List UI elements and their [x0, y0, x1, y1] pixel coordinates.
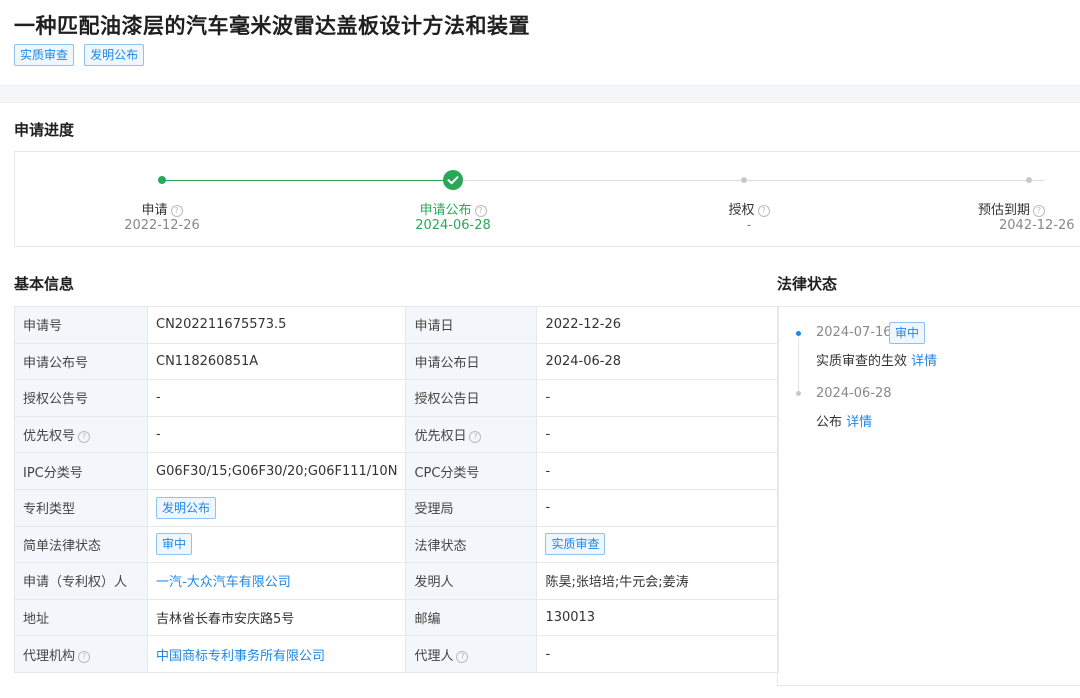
legal-status-tag: 实质审查: [545, 533, 606, 556]
table-row: IPC分类号 G06F30/15;G06F30/20;G06F111/10N C…: [14, 452, 780, 490]
table-row: 申请（专利权）人 一汽-大众汽车有限公司 发明人 陈昊;张培培;牛元会;姜涛: [14, 562, 780, 600]
progress-line-pending: [453, 180, 1044, 181]
field-value: -: [536, 488, 780, 527]
field-label: 代理机构?: [14, 635, 148, 673]
field-value: -: [146, 415, 407, 454]
simple-legal-status-tag: 审中: [156, 533, 193, 556]
question-circle-icon[interactable]: ?: [757, 205, 770, 217]
field-label: 发明人: [405, 562, 538, 600]
table-row: 地址 吉林省长春市安庆路5号 邮编 130013: [14, 598, 780, 637]
event-desc: 实质审查的生效 详情: [816, 354, 938, 369]
field-label: 申请公布日: [405, 342, 538, 381]
field-value: 审中: [146, 525, 407, 564]
field-value: -: [536, 452, 780, 490]
legal-status-panel: 2024-07-16 审中 实质审查的生效 详情 2024-06-28 公布 详…: [777, 306, 1080, 686]
applicant-link[interactable]: 一汽-大众汽车有限公司: [156, 575, 291, 590]
basic-info-title: 基本信息: [14, 275, 75, 293]
field-label: 代理人?: [405, 635, 538, 673]
step-label-publish: 申请公布?: [383, 199, 523, 218]
field-value: 130013: [536, 598, 780, 637]
step-date-expire: 2042-12-26: [999, 218, 1075, 233]
field-label: 优先权日?: [405, 415, 538, 454]
timeline-line: [798, 337, 799, 392]
status-tag-type: 发明公布: [84, 44, 145, 66]
step-label-grant: 授权?: [679, 199, 819, 218]
details-link[interactable]: 详情: [846, 415, 872, 430]
field-label: 申请（专利权）人: [14, 562, 148, 600]
field-value: 发明公布: [146, 488, 407, 527]
field-label: 申请号: [14, 306, 148, 344]
field-value: G06F30/15;G06F30/20;G06F111/10N: [146, 452, 407, 490]
step-date-apply: 2022-12-26: [124, 218, 200, 233]
field-value: -: [146, 379, 407, 417]
question-circle-icon[interactable]: ?: [78, 650, 91, 663]
field-value: -: [536, 415, 780, 454]
event-date: 2024-07-16: [816, 325, 892, 340]
basic-info-table: 申请号 CN202211675573.5 申请日 2022-12-26 申请公布…: [14, 306, 780, 673]
step-dot-grant: [741, 177, 747, 183]
table-row: 申请公布号 CN118260851A 申请公布日 2024-06-28: [14, 342, 780, 381]
step-date-grant: -: [746, 218, 752, 233]
step-dot-apply: [158, 176, 166, 184]
field-value: CN118260851A: [146, 342, 407, 381]
event-badge: 审中: [889, 322, 926, 344]
step-dot-expire: [1026, 177, 1032, 183]
table-row: 代理机构? 中国商标专利事务所有限公司 代理人? -: [14, 635, 780, 673]
field-value: CN202211675573.5: [146, 306, 407, 344]
field-label: IPC分类号: [14, 452, 148, 490]
field-value: 2024-06-28: [536, 342, 780, 381]
question-circle-icon[interactable]: ?: [474, 205, 487, 217]
patent-type-tag: 发明公布: [156, 496, 217, 519]
field-label: 专利类型: [14, 488, 148, 527]
event-date: 2024-06-28: [816, 386, 892, 401]
question-circle-icon[interactable]: ?: [469, 431, 482, 444]
event-desc: 公布 详情: [816, 415, 873, 430]
table-row: 专利类型 发明公布 受理局 -: [14, 488, 780, 527]
timeline-dot: [796, 391, 801, 396]
question-circle-icon[interactable]: ?: [456, 650, 469, 663]
progress-title: 申请进度: [14, 121, 75, 139]
question-circle-icon[interactable]: ?: [1033, 205, 1046, 217]
timeline-dot-active: [796, 331, 801, 336]
field-value: 实质审查: [536, 525, 780, 564]
field-label: 受理局: [405, 488, 538, 527]
progress-panel: 申请? 2022-12-26 申请公布? 2024-06-28 授权? - 预估…: [14, 151, 1080, 247]
field-value: 吉林省长春市安庆路5号: [146, 598, 407, 637]
agency-link[interactable]: 中国商标专利事务所有限公司: [156, 649, 325, 664]
page-title: 一种匹配油漆层的汽车毫米波雷达盖板设计方法和装置: [14, 14, 530, 38]
field-label: 优先权号?: [14, 415, 148, 454]
field-label: 申请公布号: [14, 342, 148, 381]
table-row: 申请号 CN202211675573.5 申请日 2022-12-26: [14, 306, 780, 344]
check-icon: [443, 170, 463, 190]
question-circle-icon[interactable]: ?: [78, 431, 91, 444]
field-value: -: [536, 379, 780, 417]
field-value: -: [536, 635, 780, 673]
table-row: 简单法律状态 审中 法律状态 实质审查: [14, 525, 780, 564]
field-label: 邮编: [405, 598, 538, 637]
legal-status-title: 法律状态: [777, 275, 838, 293]
step-date-publish: 2024-06-28: [415, 218, 491, 233]
table-row: 授权公告号 - 授权公告日 -: [14, 379, 780, 417]
field-value: 一汽-大众汽车有限公司: [146, 562, 407, 600]
field-value: 陈昊;张培培;牛元会;姜涛: [536, 562, 780, 600]
field-label: 法律状态: [405, 525, 538, 564]
step-label-expire: 预估到期?: [978, 199, 1080, 218]
details-link[interactable]: 详情: [911, 354, 937, 369]
field-value: 2022-12-26: [536, 306, 780, 344]
table-row: 优先权号? - 优先权日? -: [14, 415, 780, 454]
field-label: 授权公告日: [405, 379, 538, 417]
progress-line-done: [162, 180, 453, 181]
field-value: 中国商标专利事务所有限公司: [146, 635, 407, 673]
status-tag-exam: 实质审查: [14, 44, 75, 66]
field-label: 授权公告号: [14, 379, 148, 417]
header-tags: 实质审查 发明公布: [14, 44, 149, 66]
question-circle-icon[interactable]: ?: [170, 205, 183, 217]
field-label: CPC分类号: [405, 452, 538, 490]
field-label: 简单法律状态: [14, 525, 148, 564]
field-label: 申请日: [405, 306, 538, 344]
step-label-apply: 申请?: [92, 199, 232, 218]
field-label: 地址: [14, 598, 148, 637]
section-divider: [0, 85, 1080, 103]
